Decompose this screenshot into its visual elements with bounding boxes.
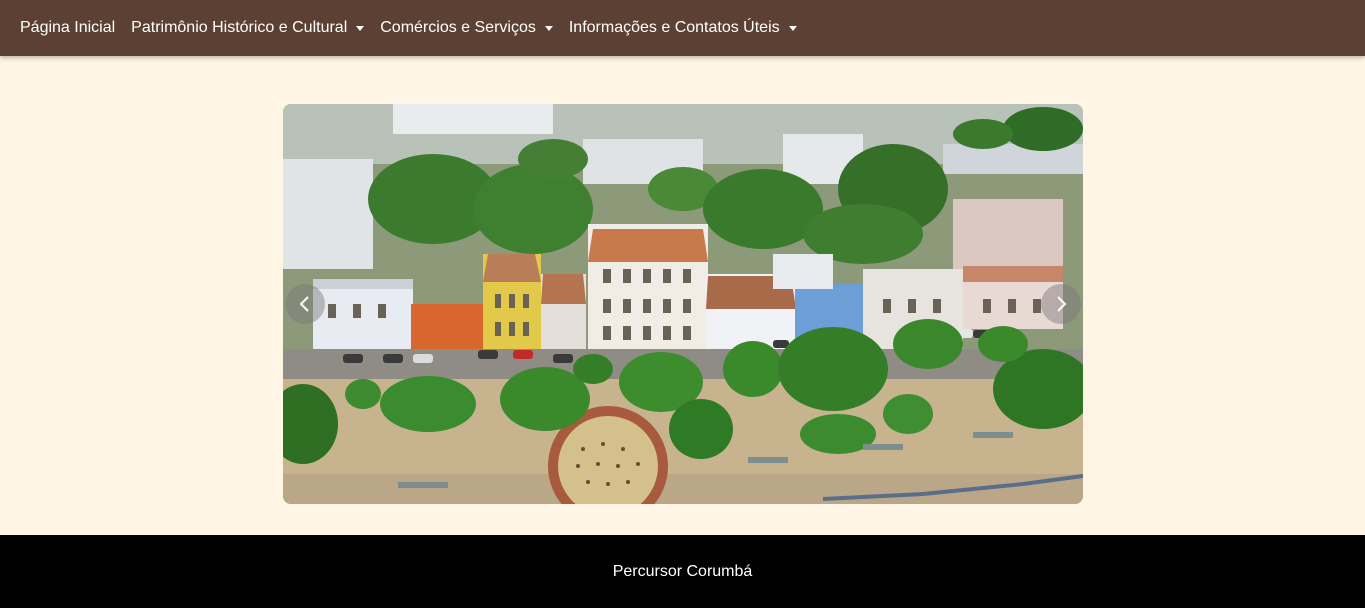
nav-commerce-dropdown[interactable]: Comércios e Serviços [380, 19, 553, 37]
top-navbar: Página Inicial Patrimônio Histórico e Cu… [0, 0, 1365, 56]
chevron-right-icon [1057, 296, 1067, 312]
caret-down-icon [788, 26, 797, 31]
page-footer: Percursor Corumbá [0, 535, 1365, 608]
caret-down-icon [544, 26, 553, 31]
carousel-next-button[interactable] [1041, 284, 1081, 324]
nav-heritage-dropdown[interactable]: Patrimônio Histórico e Cultural [131, 19, 365, 37]
nav-commerce-label: Comércios e Serviços [380, 19, 536, 36]
image-carousel [283, 104, 1083, 504]
caret-down-icon [356, 26, 365, 31]
carousel-prev-button[interactable] [285, 284, 325, 324]
nav-info-label: Informações e Contatos Úteis [568, 19, 780, 36]
nav-home-label: Página Inicial [20, 19, 116, 36]
nav-home-link[interactable]: Página Inicial [20, 19, 115, 37]
nav-heritage-label: Patrimônio Histórico e Cultural [131, 19, 348, 36]
carousel-image [283, 104, 1083, 504]
nav-info-dropdown[interactable]: Informações e Contatos Úteis [569, 19, 797, 37]
footer-text: Percursor Corumbá [612, 562, 753, 580]
chevron-left-icon [299, 296, 309, 312]
